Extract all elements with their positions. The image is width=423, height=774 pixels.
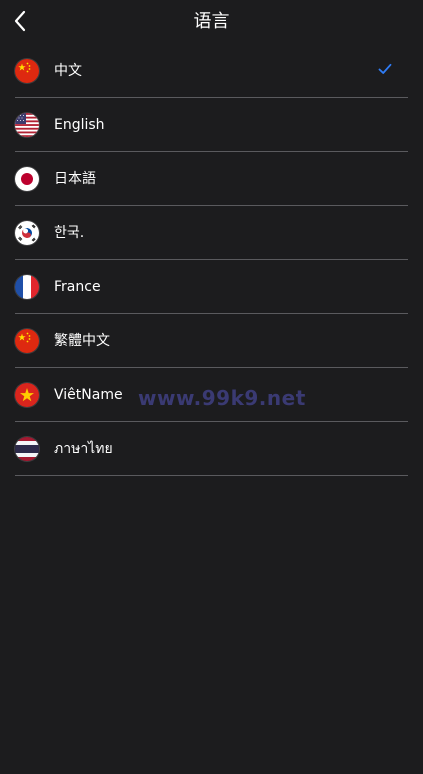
language-label: 한국. xyxy=(54,224,85,241)
language-item-ko[interactable]: 한국. xyxy=(15,206,408,260)
china-flag-icon xyxy=(15,58,39,83)
page-title: 语言 xyxy=(193,11,230,32)
language-item-en[interactable]: English xyxy=(15,98,408,152)
language-label: 日本語 xyxy=(54,170,96,187)
vietnam-flag-icon xyxy=(15,382,39,407)
usa-flag-icon xyxy=(15,112,39,137)
language-item-ja[interactable]: 日本語 xyxy=(15,152,408,206)
language-label: 繁體中文 xyxy=(54,332,110,349)
china-flag-icon xyxy=(15,328,39,353)
japan-flag-icon xyxy=(15,166,39,191)
language-label: 中文 xyxy=(54,62,82,79)
language-item-zh[interactable]: 中文 xyxy=(15,44,408,98)
language-item-zh-tw[interactable]: 繁體中文 xyxy=(15,314,408,368)
language-item-th[interactable]: ภาษาไทย xyxy=(15,422,408,476)
korea-flag-icon xyxy=(15,220,39,245)
language-label: ภาษาไทย xyxy=(54,440,113,457)
language-settings-page: 语言 中文 English 日本語 한국. France 繁體中文 ViêtNa… xyxy=(0,0,423,774)
language-list: 中文 English 日本語 한국. France 繁體中文 ViêtName … xyxy=(15,44,408,476)
france-flag-icon xyxy=(15,274,39,299)
language-label: France xyxy=(54,278,101,295)
language-label: English xyxy=(54,116,105,133)
thailand-flag-icon xyxy=(15,436,39,461)
language-label: ViêtName xyxy=(54,386,123,403)
watermark-text: www.99k9.net xyxy=(138,386,306,410)
checkmark-icon xyxy=(378,63,392,74)
language-item-fr[interactable]: France xyxy=(15,260,408,314)
header-bar: 语言 xyxy=(0,0,423,44)
